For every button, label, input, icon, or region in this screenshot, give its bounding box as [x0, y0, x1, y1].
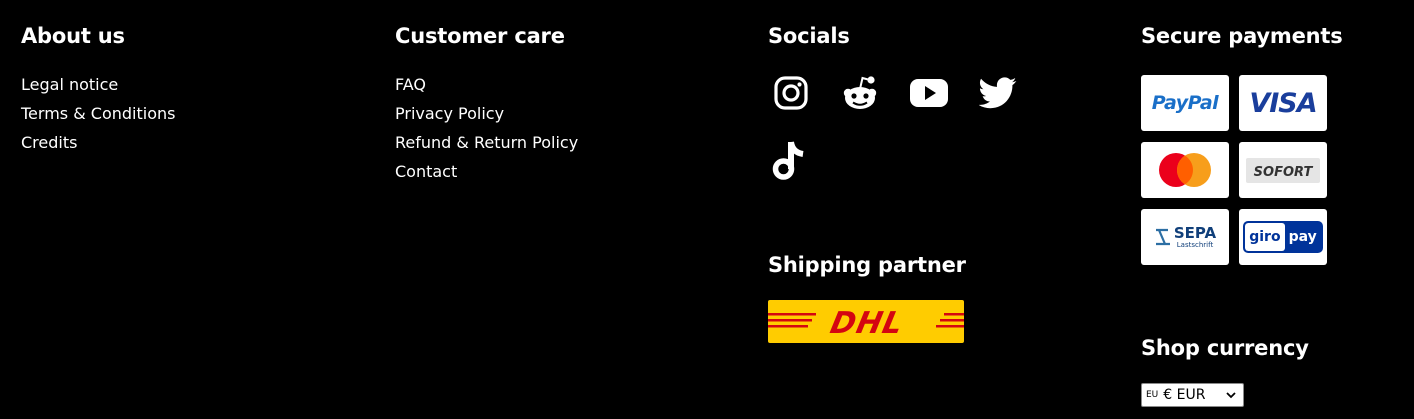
eu-flag-label: EU: [1146, 390, 1159, 400]
reddit-icon[interactable]: [837, 70, 883, 116]
list-item: Terms & Conditions: [21, 103, 175, 132]
giropay-logo-text: giro: [1245, 223, 1285, 251]
sofort-logo: SOFORT: [1239, 142, 1327, 198]
currency-heading: Shop currency: [1141, 336, 1309, 360]
privacy-policy-link[interactable]: Privacy Policy: [395, 104, 504, 123]
list-item: FAQ: [395, 74, 578, 103]
legal-notice-link[interactable]: Legal notice: [21, 75, 118, 94]
credits-link[interactable]: Credits: [21, 133, 77, 152]
visa-logo-text: VISA: [1249, 87, 1317, 119]
sepa-logo-text: SEPA: [1173, 223, 1217, 242]
faq-link[interactable]: FAQ: [395, 75, 426, 94]
dhl-logo-text: DHL: [827, 306, 906, 341]
paypal-logo-text: PayPal: [1151, 92, 1219, 114]
giropay-logo-text-2: pay: [1288, 229, 1317, 245]
payments-heading: Secure payments: [1141, 24, 1343, 48]
socials-heading: Socials: [768, 24, 850, 48]
terms-link[interactable]: Terms & Conditions: [21, 104, 175, 123]
about-heading: About us: [21, 24, 125, 48]
currency-select[interactable]: EU € EUR: [1141, 383, 1244, 407]
chevron-down-icon: [1226, 392, 1236, 399]
giropay-logo: giro pay: [1239, 209, 1327, 265]
refund-policy-link[interactable]: Refund & Return Policy: [395, 133, 578, 152]
list-item: Privacy Policy: [395, 103, 578, 132]
twitter-icon[interactable]: [975, 70, 1021, 116]
list-item: Contact: [395, 161, 578, 190]
about-links: Legal notice Terms & Conditions Credits: [21, 74, 175, 161]
instagram-icon[interactable]: [768, 70, 814, 116]
dhl-logo: DHL: [768, 300, 964, 343]
sepa-logo: SEPA Lastschrift: [1141, 209, 1229, 265]
sepa-logo-subtext: Lastschrift: [1176, 240, 1214, 249]
visa-logo: VISA: [1239, 75, 1327, 131]
customer-care-links: FAQ Privacy Policy Refund & Return Polic…: [395, 74, 578, 190]
mastercard-logo: [1141, 142, 1229, 198]
tiktok-icon[interactable]: [768, 138, 814, 184]
sofort-logo-text: SOFORT: [1253, 164, 1313, 180]
list-item: Refund & Return Policy: [395, 132, 578, 161]
youtube-icon[interactable]: [906, 70, 952, 116]
paypal-logo: PayPal: [1141, 75, 1229, 131]
contact-link[interactable]: Contact: [395, 162, 457, 181]
currency-value: € EUR: [1163, 387, 1206, 403]
list-item: Legal notice: [21, 74, 175, 103]
list-item: Credits: [21, 132, 175, 161]
shipping-heading: Shipping partner: [768, 253, 966, 277]
customer-care-heading: Customer care: [395, 24, 565, 48]
